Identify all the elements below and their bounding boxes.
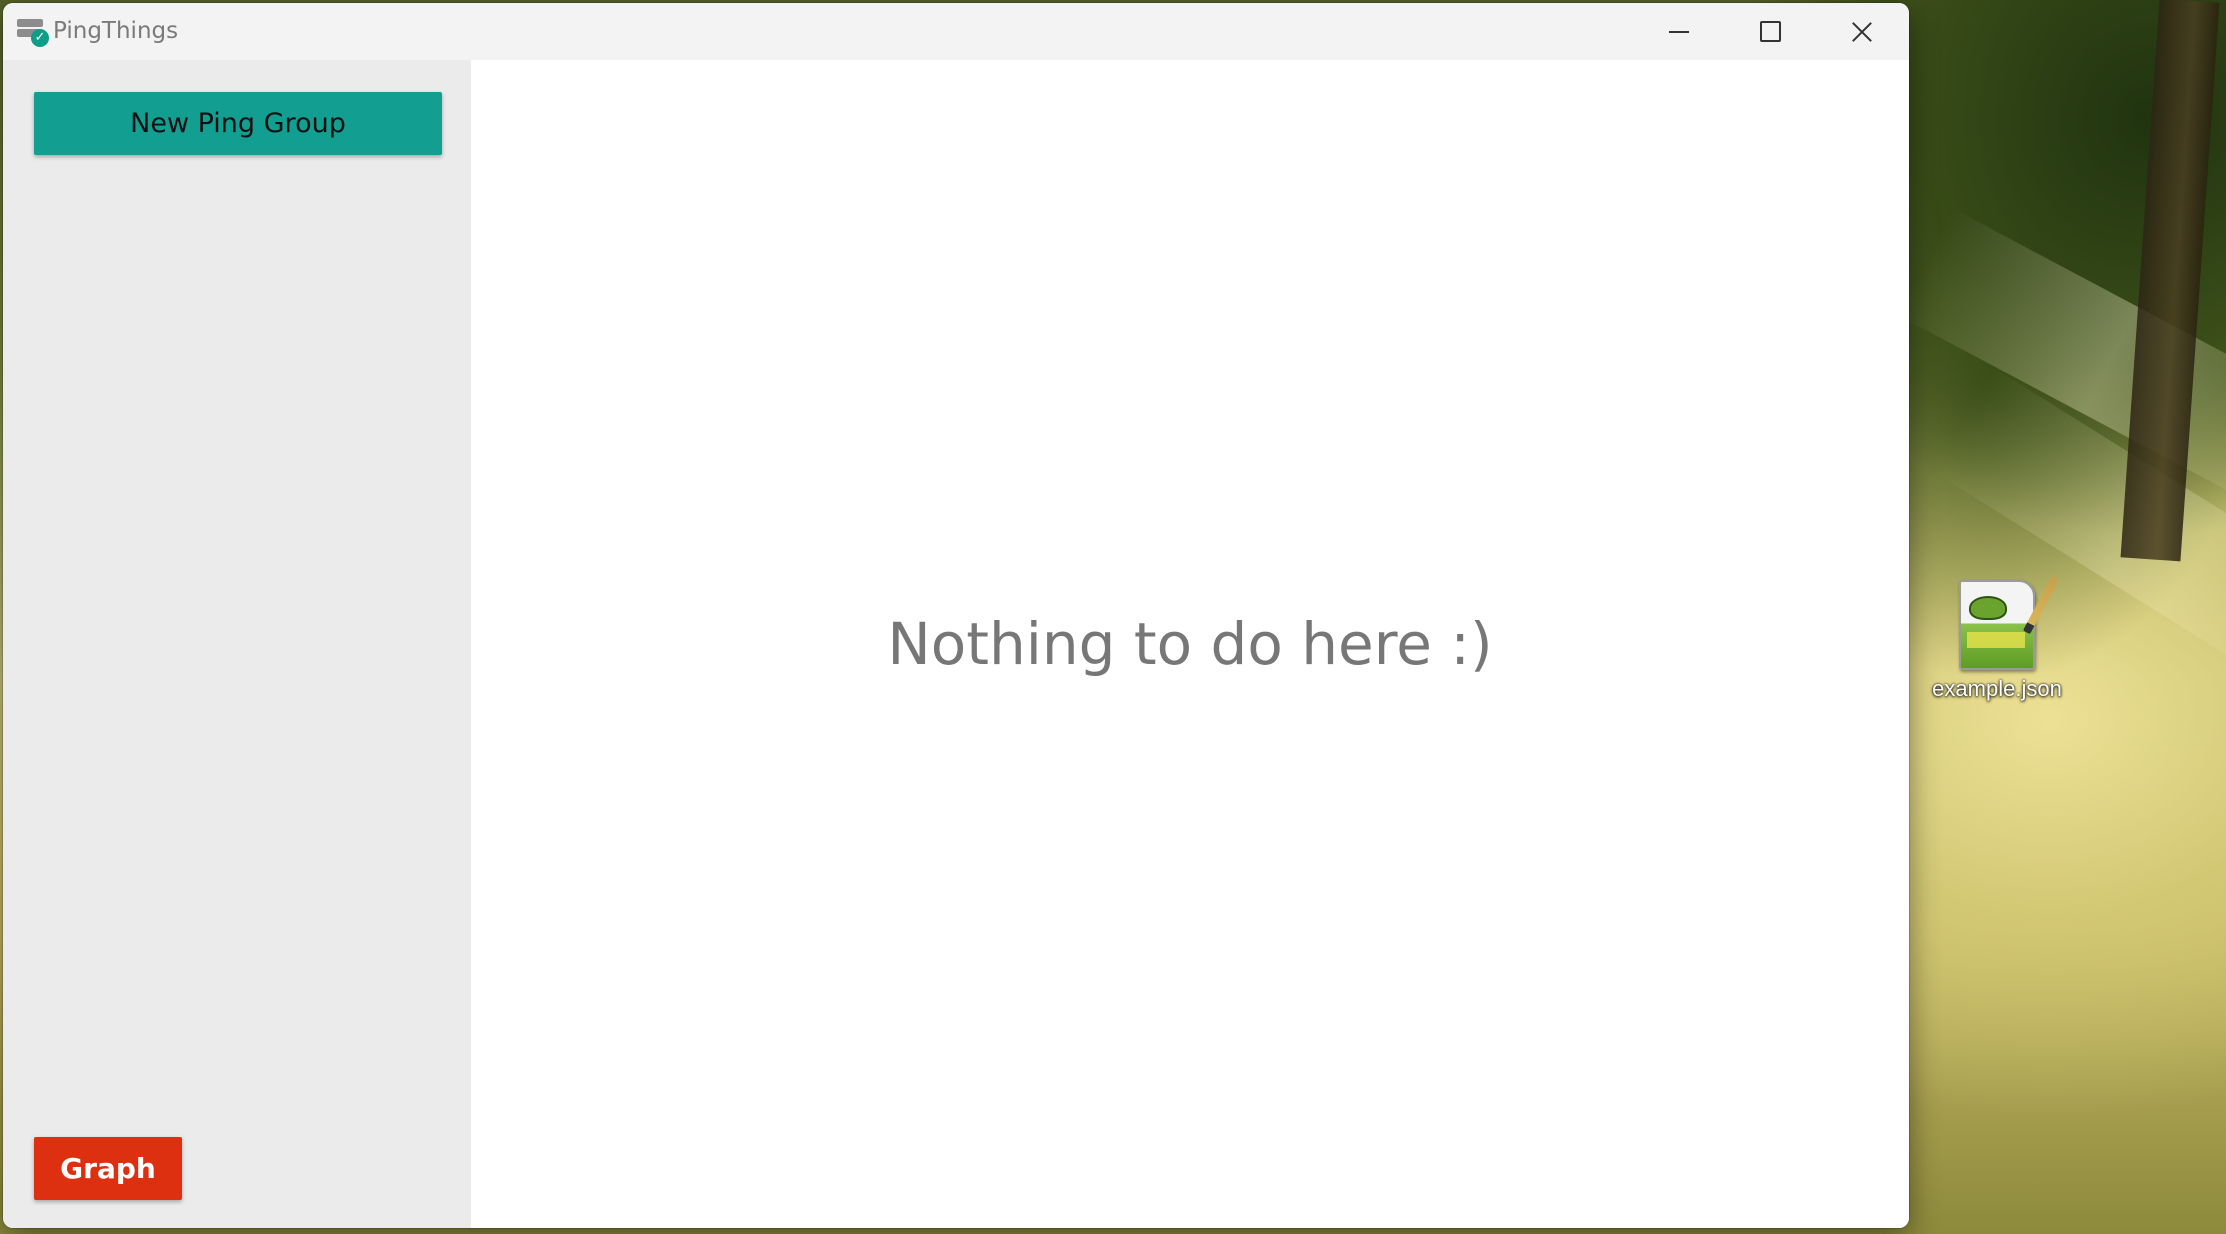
close-icon — [1851, 21, 1873, 43]
desktop-icon-label: example.json — [1932, 676, 2062, 701]
close-button[interactable] — [1816, 3, 1908, 60]
sidebar: New Ping Group Graph — [3, 60, 471, 1228]
window-title: PingThings — [53, 18, 179, 44]
graph-button[interactable]: Graph — [34, 1137, 182, 1200]
maximize-icon — [1759, 21, 1781, 42]
minimize-icon — [1669, 30, 1689, 33]
server-check-icon: ✓ — [17, 17, 49, 47]
desktop-icon-example-json[interactable]: example.json — [1912, 575, 2082, 702]
app-window: ✓ PingThings New Ping Group Graph Nothin… — [3, 3, 1909, 1228]
titlebar[interactable]: ✓ PingThings — [3, 3, 1909, 60]
notepad-plus-plus-file-icon — [1959, 575, 2060, 670]
minimize-button[interactable] — [1633, 3, 1725, 60]
empty-state-message: Nothing to do here :) — [887, 610, 1493, 678]
main-content: Nothing to do here :) — [471, 60, 1909, 1228]
new-ping-group-button[interactable]: New Ping Group — [34, 92, 442, 155]
maximize-button[interactable] — [1724, 3, 1816, 60]
